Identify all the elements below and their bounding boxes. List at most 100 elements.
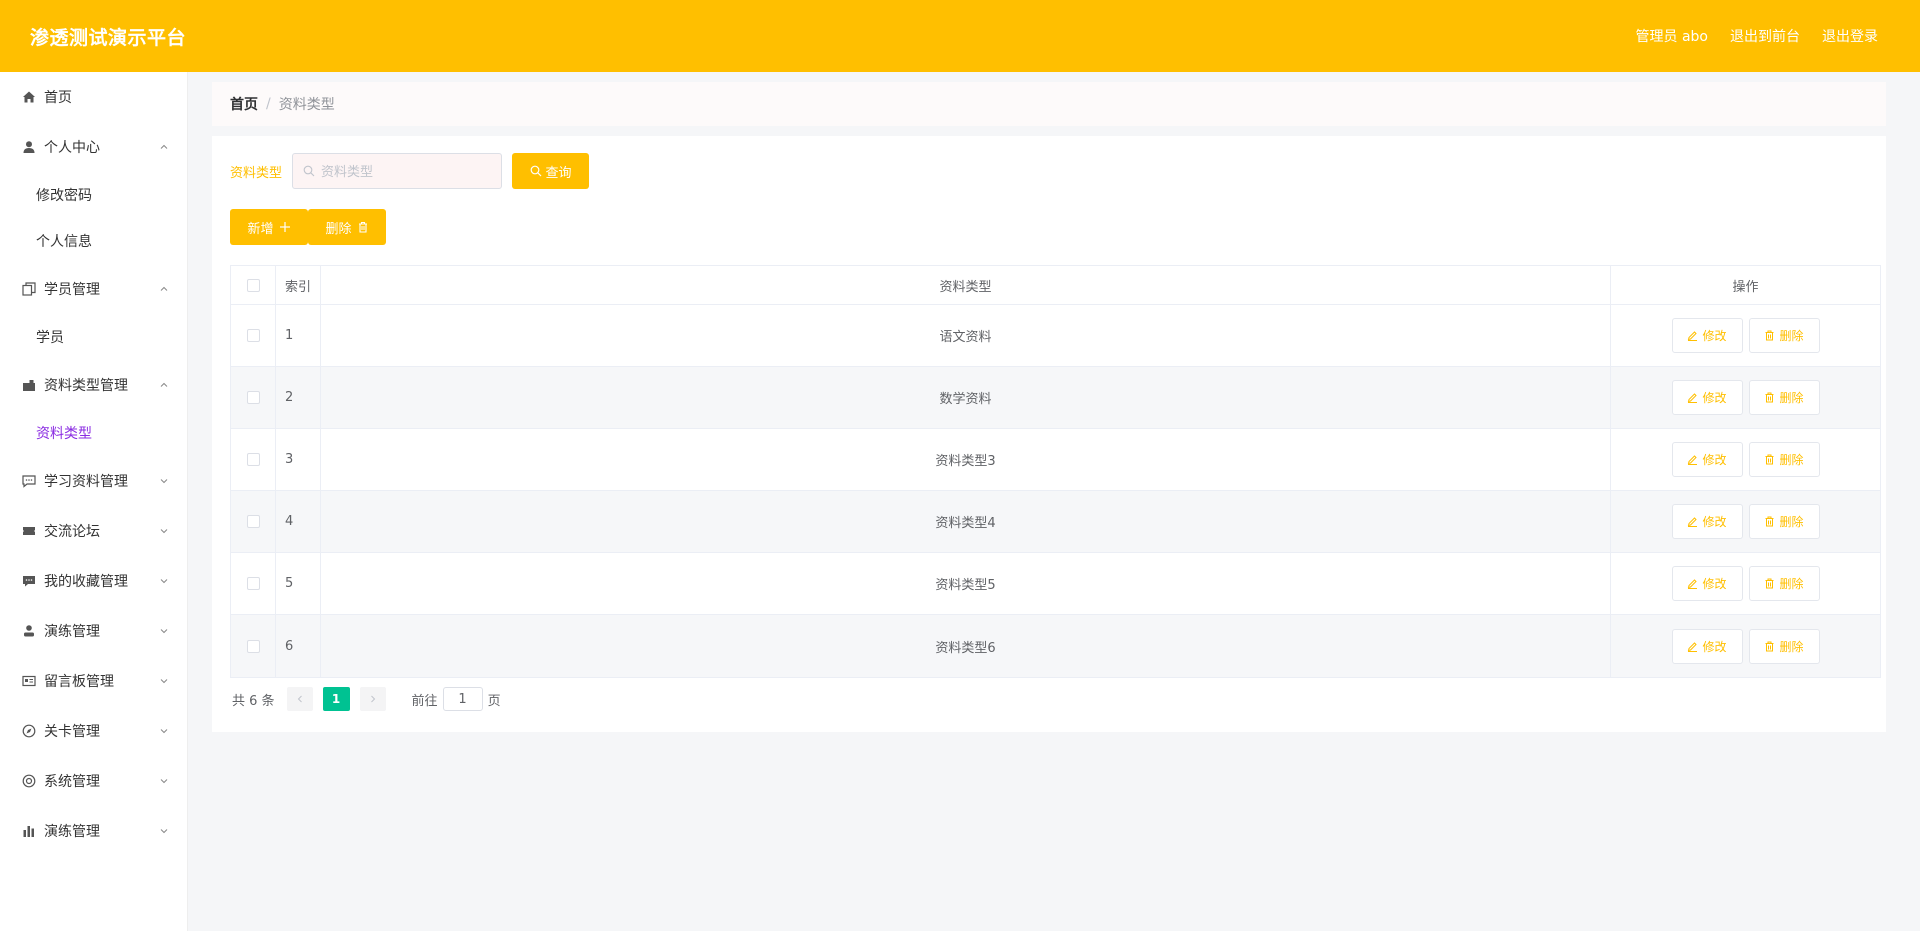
- row-type: 语文资料: [321, 305, 1611, 366]
- row-ops: 修改 删除: [1611, 615, 1880, 677]
- row-checkbox[interactable]: [246, 639, 260, 653]
- row-ops: 修改 删除: [1611, 491, 1880, 552]
- sidebar-item-system-management[interactable]: 系统管理: [0, 756, 187, 806]
- row-type: 资料类型3: [321, 429, 1611, 490]
- row-checkbox[interactable]: [246, 453, 260, 466]
- column-header-type: 资料类型: [321, 266, 1611, 304]
- delete-label: 删除: [1779, 329, 1804, 343]
- search-input-wrapper[interactable]: [292, 153, 503, 189]
- add-button-label: 新增: [247, 221, 274, 237]
- row-ops: 修改 删除: [1611, 367, 1880, 428]
- row-type: 资料类型4: [321, 491, 1611, 552]
- page-number-current[interactable]: 1: [322, 687, 350, 711]
- row-type: 数学资料: [321, 367, 1611, 428]
- chevron-up-icon: [159, 380, 169, 390]
- admin-user-label: 管理员 abo: [1635, 29, 1708, 45]
- row-index: 2: [276, 367, 321, 428]
- edit-button[interactable]: 修改: [1671, 504, 1743, 539]
- content-panel: 资料类型 查询 新增 删除 索引 资料类型: [212, 136, 1886, 732]
- row-index: 3: [276, 429, 321, 490]
- search-bar: 资料类型 查询: [230, 153, 590, 189]
- sidebar-item-drill-management[interactable]: 演练管理: [0, 606, 187, 656]
- search-input[interactable]: [321, 163, 492, 179]
- chevron-down-icon: [159, 576, 169, 586]
- delete-button[interactable]: 删除: [1748, 442, 1820, 477]
- sidebar-item-label: 我的收藏管理: [44, 574, 128, 590]
- chevron-left-icon: [297, 695, 302, 703]
- sidebar-subitem-change-password[interactable]: 修改密码: [0, 172, 187, 218]
- sidebar-item-favorites-management[interactable]: 我的收藏管理: [0, 556, 187, 606]
- row-checkbox[interactable]: [246, 329, 260, 342]
- column-header-index: 索引: [276, 266, 321, 304]
- breadcrumb-current: 资料类型: [278, 97, 335, 113]
- sidebar-subitem-material-type[interactable]: 资料类型: [0, 410, 187, 456]
- delete-label: 删除: [1779, 577, 1804, 591]
- next-page-button[interactable]: [359, 687, 386, 711]
- delete-button[interactable]: 删除: [1748, 318, 1820, 353]
- delete-button[interactable]: 删除: [1748, 566, 1820, 601]
- edit-button[interactable]: 修改: [1671, 566, 1743, 601]
- data-table: 索引 资料类型 操作 1 语文资料 修改 删除 2 数学资料 修改 删除 3 资…: [230, 265, 1881, 678]
- table-header-row: 索引 资料类型 操作: [231, 266, 1880, 305]
- sidebar-item-message-board-management[interactable]: 留言板管理: [0, 656, 187, 706]
- delete-button[interactable]: 删除: [1748, 504, 1820, 539]
- main-content: 首页 / 资料类型 资料类型 查询 新增 删除: [188, 72, 1920, 931]
- ticket-icon: [22, 524, 36, 538]
- edit-label: 修改: [1702, 329, 1727, 343]
- edit-button[interactable]: 修改: [1671, 628, 1743, 664]
- add-button[interactable]: 新增: [230, 209, 308, 245]
- edit-label: 修改: [1702, 453, 1727, 467]
- breadcrumb-home[interactable]: 首页: [230, 94, 258, 114]
- sidebar-subitem-personal-info[interactable]: 个人信息: [0, 218, 187, 264]
- sidebar-item-label: 交流论坛: [44, 524, 100, 540]
- edit-label: 修改: [1702, 515, 1727, 529]
- bar-chart-icon: [22, 824, 36, 838]
- select-all-checkbox[interactable]: [246, 278, 260, 292]
- sidebar-item-label: 学习资料管理: [44, 474, 128, 490]
- row-checkbox[interactable]: [246, 577, 260, 590]
- batch-delete-button[interactable]: 删除: [308, 209, 386, 245]
- trash-icon: [1765, 454, 1774, 465]
- sidebar-subitem-students[interactable]: 学员: [0, 314, 187, 360]
- goto-page-input[interactable]: 1: [442, 687, 483, 711]
- row-checkbox-cell: [231, 491, 276, 552]
- row-checkbox[interactable]: [246, 515, 260, 528]
- row-checkbox-cell: [231, 367, 276, 428]
- prev-page-button[interactable]: [286, 687, 313, 711]
- row-checkbox[interactable]: [246, 391, 260, 404]
- row-ops: 修改 删除: [1611, 429, 1880, 490]
- search-icon: [530, 165, 541, 177]
- sidebar-item-personal-center[interactable]: 个人中心: [0, 122, 187, 172]
- delete-button[interactable]: 删除: [1748, 628, 1820, 664]
- delete-label: 删除: [1779, 639, 1804, 654]
- row-checkbox-cell: [231, 429, 276, 490]
- trash-icon: [1765, 392, 1774, 403]
- exit-to-front-link[interactable]: 退出到前台: [1730, 26, 1800, 46]
- sidebar-item-study-material-management[interactable]: 学习资料管理: [0, 456, 187, 506]
- chevron-up-icon: [159, 284, 169, 294]
- sidebar-item-student-management[interactable]: 学员管理: [0, 264, 187, 314]
- sidebar-item-forum[interactable]: 交流论坛: [0, 506, 187, 556]
- chevron-up-icon: [159, 142, 169, 152]
- edit-button[interactable]: 修改: [1671, 380, 1743, 415]
- plus-icon: [279, 222, 290, 232]
- row-checkbox-cell: [231, 615, 276, 677]
- sidebar-item-material-type-management[interactable]: 资料类型管理: [0, 360, 187, 410]
- table-row: 4 资料类型4 修改 删除: [231, 491, 1880, 553]
- edit-button[interactable]: 修改: [1671, 318, 1743, 353]
- chevron-down-icon: [159, 776, 169, 786]
- row-type: 资料类型6: [321, 615, 1611, 677]
- sidebar-item-home[interactable]: 首页: [0, 72, 187, 122]
- edit-button[interactable]: 修改: [1671, 442, 1743, 477]
- query-button[interactable]: 查询: [512, 153, 590, 189]
- delete-button[interactable]: 删除: [1748, 380, 1820, 415]
- table-row: 6 资料类型6 修改 删除: [231, 615, 1880, 677]
- row-type: 资料类型5: [321, 553, 1611, 614]
- logout-link[interactable]: 退出登录: [1822, 26, 1878, 46]
- sidebar-item-drill-management-2[interactable]: 演练管理: [0, 806, 187, 856]
- edit-icon: [1688, 455, 1698, 465]
- sidebar: 首页 个人中心 修改密码 个人信息 学员管理 学员 资料类型管理 资料类型 学习…: [0, 72, 188, 931]
- sidebar-item-level-management[interactable]: 关卡管理: [0, 706, 187, 756]
- delete-button-label: 删除: [325, 221, 352, 237]
- edit-icon: [1688, 641, 1698, 652]
